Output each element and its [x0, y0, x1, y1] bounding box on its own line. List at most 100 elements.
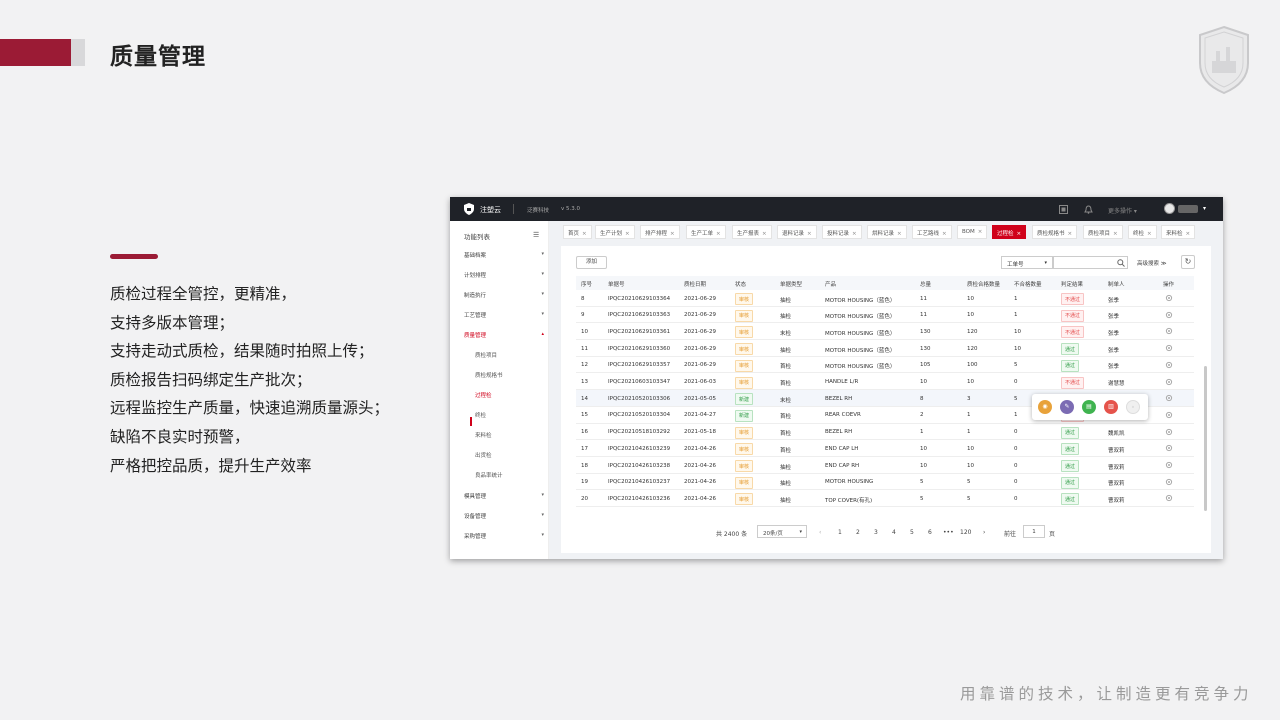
result-badge: 通过: [1061, 493, 1080, 506]
username-blurred[interactable]: [1178, 205, 1198, 213]
view-icon[interactable]: ◉: [1038, 400, 1052, 414]
page-link[interactable]: 120: [960, 529, 971, 536]
sidebar-item-mold[interactable]: 模具管理 ▾: [464, 492, 544, 500]
table-row[interactable]: 12 IPQC20210629103357 2021-06-29 审核 首检 MOTOR …: [576, 357, 1194, 374]
table-row[interactable]: 20 IPQC20210426103236 2021-04-26 审核 抽检 TOP CO…: [576, 490, 1194, 508]
menu-fold-icon[interactable]: ☰: [533, 231, 539, 239]
page-link[interactable]: 6: [928, 529, 932, 536]
sidebar-subitem[interactable]: 良品率统计: [475, 471, 503, 479]
title-accent-bar-gray: [71, 39, 85, 66]
fullscreen-icon[interactable]: [1059, 205, 1068, 214]
cell-no: 18: [581, 462, 588, 469]
edit-icon[interactable]: ✎: [1060, 400, 1074, 414]
document-icon[interactable]: ▤: [1082, 400, 1096, 414]
sidebar-subitem-active[interactable]: 过程检: [475, 391, 492, 399]
tab[interactable]: 质检规格书 ×: [1032, 225, 1078, 239]
sidebar-item-purchase[interactable]: 采购管理 ▾: [464, 532, 544, 540]
close-icon: ×: [762, 231, 767, 237]
gear-icon[interactable]: [1165, 494, 1173, 502]
app-window: 注塑云 泛赛科技 v 5.3.0 更多操作 ▾ ▾ 功能列表 ☰ 基础档案 ▾ 计…: [450, 197, 1223, 559]
search-icon[interactable]: [1117, 259, 1125, 267]
scrollbar[interactable]: [1204, 366, 1207, 511]
sidebar-item-quality[interactable]: 质量管理 ▴: [464, 331, 544, 339]
chevron-up-icon: ▴: [541, 331, 544, 337]
table-row[interactable]: 13 IPQC20210603103347 2021-06-03 审核 首检 HANDLE…: [576, 374, 1194, 391]
sidebar-subitem[interactable]: 质检项目: [475, 351, 497, 359]
sidebar-item-planning[interactable]: 计划排程 ▾: [464, 271, 544, 279]
next-page-button[interactable]: ›: [983, 529, 985, 536]
cell-doc: IPQC20210426103237: [608, 479, 671, 486]
page-ellipsis[interactable]: •••: [943, 529, 954, 536]
sidebar-subitem[interactable]: 来料检: [475, 431, 492, 439]
table-row[interactable]: 9 IPQC20210629103363 2021-06-29 审核 抽检 MOTOR H…: [576, 307, 1194, 324]
sidebar-item-basic-files[interactable]: 基础档案 ▾: [464, 251, 544, 259]
page-link[interactable]: 5: [910, 529, 914, 536]
gear-icon[interactable]: [1165, 461, 1173, 469]
more-icon[interactable]: ◦: [1126, 400, 1140, 414]
tab[interactable]: 排产排程 ×: [640, 225, 680, 239]
tab-active[interactable]: 过程检 ×: [992, 225, 1027, 239]
tab[interactable]: 生产工单 ×: [686, 225, 726, 239]
table-row[interactable]: 8 IPQC20210629103364 2021-06-29 审核 抽检 MOTOR H…: [576, 290, 1194, 307]
cell-date: 2021-06-29: [684, 295, 716, 302]
prev-page-button[interactable]: ‹: [819, 529, 821, 536]
sidebar-item-equipment[interactable]: 设备管理 ▾: [464, 512, 544, 520]
gear-icon[interactable]: [1165, 294, 1173, 302]
gear-icon[interactable]: [1165, 361, 1173, 369]
add-button[interactable]: 添加: [576, 256, 607, 269]
sidebar-subitem[interactable]: 质检规格书: [475, 371, 503, 379]
tab[interactable]: 终检 ×: [1128, 225, 1157, 239]
gear-icon[interactable]: [1165, 478, 1173, 486]
close-icon: ×: [807, 231, 812, 237]
gear-icon[interactable]: [1165, 411, 1173, 419]
bell-icon[interactable]: [1084, 205, 1093, 214]
filter-field-select[interactable]: 工单号 ▾: [1001, 256, 1053, 269]
cell-fail: 0: [1014, 379, 1018, 385]
refresh-icon[interactable]: ↻: [1181, 255, 1195, 269]
gear-icon[interactable]: [1165, 428, 1173, 436]
sidebar-item-process[interactable]: 工艺管理 ▾: [464, 311, 544, 319]
tab[interactable]: 来料检 ×: [1161, 225, 1196, 239]
tab[interactable]: 投料记录 ×: [822, 225, 862, 239]
tab[interactable]: 工艺路线 ×: [912, 225, 952, 239]
table-row[interactable]: 17 IPQC20210426103239 2021-04-26 审核 首检 END CA…: [576, 440, 1194, 457]
gear-icon[interactable]: [1165, 378, 1173, 386]
page-link[interactable]: 4: [892, 529, 896, 536]
tab[interactable]: 退料记录 ×: [777, 225, 817, 239]
tab[interactable]: 首页 ×: [563, 225, 592, 239]
gear-icon[interactable]: [1165, 444, 1173, 452]
cell-maker: 魏凯凯: [1108, 431, 1125, 438]
cell-type: 首检: [780, 364, 792, 371]
advanced-search-button[interactable]: 高级搜索 ≫: [1137, 259, 1167, 267]
table-row[interactable]: 16 IPQC20210518103292 2021-05-18 审核 首检 BEZEL …: [576, 424, 1194, 441]
page-link[interactable]: 2: [856, 529, 860, 536]
sidebar-subitem[interactable]: 终检: [475, 411, 486, 419]
search-input[interactable]: [1053, 256, 1128, 269]
sidebar-item-manufacturing[interactable]: 制造执行 ▾: [464, 291, 544, 299]
gear-icon[interactable]: [1165, 344, 1173, 352]
table-row[interactable]: 18 IPQC20210426103238 2021-04-26 审核 抽检 END CA…: [576, 457, 1194, 474]
sidebar-subitem[interactable]: 出货检: [475, 451, 492, 459]
cell-total: 8: [920, 395, 924, 402]
tab[interactable]: 生产报表 ×: [732, 225, 772, 239]
table-row[interactable]: 19 IPQC20210426103237 2021-04-26 审核 抽检 MOTOR …: [576, 474, 1194, 491]
status-badge: 新建: [735, 409, 754, 422]
page-size-select[interactable]: 20条/页 ▾: [757, 525, 807, 538]
avatar[interactable]: [1164, 203, 1175, 214]
tab[interactable]: 生产计划 ×: [595, 225, 635, 239]
tab[interactable]: 烘料记录 ×: [867, 225, 907, 239]
page-link[interactable]: 3: [874, 529, 878, 536]
delete-icon[interactable]: ▥: [1104, 400, 1118, 414]
tab[interactable]: 质检项目 ×: [1083, 225, 1123, 239]
goto-page-input[interactable]: 1: [1023, 525, 1045, 538]
page-link[interactable]: 1: [838, 529, 842, 536]
cell-doc: IPQC20210518103292: [608, 429, 671, 436]
gear-icon[interactable]: [1165, 394, 1173, 402]
table-row[interactable]: 11 IPQC20210629103360 2021-06-29 审核 抽检 MOTOR …: [576, 340, 1194, 357]
tab[interactable]: BOM ×: [957, 225, 988, 239]
gear-icon[interactable]: [1165, 311, 1173, 319]
more-actions-menu[interactable]: 更多操作 ▾: [1108, 206, 1137, 215]
chevron-down-icon[interactable]: ▾: [1203, 205, 1206, 212]
table-row[interactable]: 10 IPQC20210629103361 2021-06-29 审核 末检 MOTOR …: [576, 323, 1194, 341]
gear-icon[interactable]: [1165, 327, 1173, 335]
